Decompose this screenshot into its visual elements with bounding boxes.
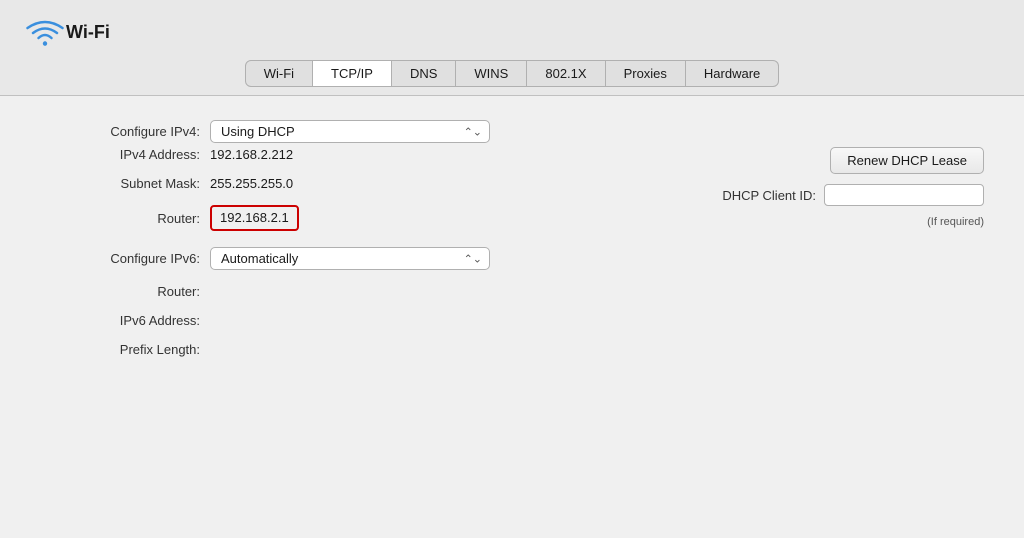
- ipv6-address-label: IPv6 Address:: [40, 313, 200, 328]
- router-value: 192.168.2.1: [220, 210, 289, 225]
- tab-hardware[interactable]: Hardware: [686, 60, 779, 87]
- configure-ipv6-select[interactable]: Automatically Manually Link-local only O…: [210, 247, 490, 270]
- content-area: Configure IPv4: Using DHCP Manually Usin…: [0, 95, 1024, 538]
- configure-ipv6-row: Configure IPv6: Automatically Manually L…: [40, 247, 984, 270]
- dhcp-client-row: DHCP Client ID:: [722, 184, 984, 206]
- renew-dhcp-button[interactable]: Renew DHCP Lease: [830, 147, 984, 174]
- if-required-label: (If required): [927, 216, 984, 228]
- router-value-highlight: 192.168.2.1: [210, 205, 299, 231]
- router-label: Router:: [40, 211, 200, 226]
- ipv4-left-panel: IPv4 Address: 192.168.2.212 Subnet Mask:…: [40, 147, 702, 231]
- wifi-icon: [24, 16, 66, 48]
- subnet-mask-label: Subnet Mask:: [40, 176, 200, 191]
- ipv4-right-panel: Renew DHCP Lease DHCP Client ID: (If req…: [702, 147, 984, 228]
- ipv6-address-row: IPv6 Address:: [40, 313, 984, 328]
- router-row: Router: 192.168.2.1: [40, 205, 702, 231]
- configure-ipv4-label: Configure IPv4:: [40, 124, 200, 139]
- title-bar: Wi-Fi: [0, 0, 1024, 60]
- tab-8021x[interactable]: 802.1X: [527, 60, 605, 87]
- tab-wifi[interactable]: Wi-Fi: [245, 60, 313, 87]
- prefix-length-label: Prefix Length:: [40, 342, 200, 357]
- subnet-mask-value: 255.255.255.0: [210, 176, 293, 191]
- prefix-length-row: Prefix Length:: [40, 342, 984, 357]
- configure-ipv6-select-wrapper: Automatically Manually Link-local only O…: [210, 247, 490, 270]
- ipv4-address-row: IPv4 Address: 192.168.2.212: [40, 147, 702, 162]
- ipv6-router-row: Router:: [40, 284, 984, 299]
- subnet-mask-row: Subnet Mask: 255.255.255.0: [40, 176, 702, 191]
- ipv4-address-value: 192.168.2.212: [210, 147, 293, 162]
- tab-wins[interactable]: WINS: [456, 60, 527, 87]
- page-title: Wi-Fi: [66, 22, 110, 43]
- dhcp-client-input[interactable]: [824, 184, 984, 206]
- configure-ipv4-row: Configure IPv4: Using DHCP Manually Usin…: [40, 120, 984, 143]
- configure-ipv4-select[interactable]: Using DHCP Manually Using BOOTP Off: [210, 120, 490, 143]
- tab-proxies[interactable]: Proxies: [606, 60, 686, 87]
- ipv6-router-label: Router:: [40, 284, 200, 299]
- tab-dns[interactable]: DNS: [392, 60, 456, 87]
- ipv4-address-label: IPv4 Address:: [40, 147, 200, 162]
- dhcp-client-label: DHCP Client ID:: [722, 188, 816, 203]
- tab-bar: Wi-Fi TCP/IP DNS WINS 802.1X Proxies Har…: [0, 60, 1024, 95]
- configure-ipv6-label: Configure IPv6:: [40, 251, 200, 266]
- tab-tcpip[interactable]: TCP/IP: [313, 60, 392, 87]
- configure-ipv4-select-wrapper: Using DHCP Manually Using BOOTP Off ⌃⌄: [210, 120, 490, 143]
